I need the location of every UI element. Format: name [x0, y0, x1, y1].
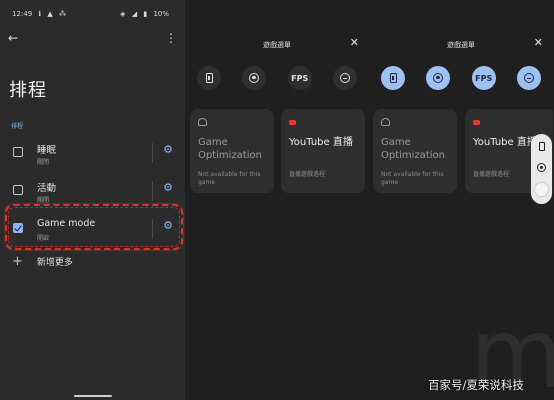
- app-bar: ← ⋮: [8, 30, 177, 46]
- fps-label: FPS: [291, 73, 309, 83]
- record-icon: [537, 163, 546, 173]
- youtube-icon: [473, 120, 480, 125]
- divider: [152, 181, 153, 201]
- gear-icon[interactable]: ⚙: [162, 144, 174, 156]
- record-icon: [433, 73, 444, 83]
- schedule-status: 關閉: [37, 197, 50, 204]
- fps-toggle[interactable]: FPS: [287, 66, 312, 90]
- record-toggle[interactable]: [426, 66, 451, 90]
- record-toggle[interactable]: [242, 66, 267, 90]
- watermark-text: 百家号/夏荣说科技: [428, 378, 524, 392]
- phone-icon: [205, 73, 213, 83]
- tile-subtitle: Not available for this game: [381, 171, 444, 186]
- do-not-disturb-shortcut[interactable]: [534, 139, 549, 154]
- floating-game-toolbar[interactable]: [531, 134, 552, 204]
- close-icon[interactable]: ✕: [350, 36, 359, 49]
- status-bar: 12:49 ℹ ▲ ⁂ ◈ ◢ ▮ 10%: [12, 8, 173, 20]
- do-not-disturb-toggle[interactable]: [197, 66, 221, 90]
- highlight-annotation: [5, 204, 183, 250]
- minus-circle-icon: [339, 73, 350, 83]
- divider: [152, 143, 153, 163]
- more-vert-icon[interactable]: ⋮: [165, 32, 177, 44]
- back-arrow-icon[interactable]: ←: [8, 31, 18, 45]
- game-dashboard-default: 遊戲選單 ✕ FPS Game Optimization Not availab…: [185, 0, 369, 400]
- add-more-label: 新增更多: [36, 258, 73, 268]
- tile-title: Game Optimization: [381, 137, 445, 161]
- wifi-icon: ◈: [120, 10, 126, 18]
- page-title: 排程: [9, 80, 47, 101]
- fps-label: FPS: [475, 73, 493, 83]
- game-optimization-tile[interactable]: Game Optimization Not available for this…: [373, 109, 457, 193]
- battery-level: 10%: [153, 10, 169, 18]
- tile-title: Game Optimization: [198, 137, 262, 161]
- youtube-live-tile[interactable]: YouTube 直播 直播遊戲過程: [281, 109, 365, 193]
- alert-icon: ▲: [47, 10, 53, 18]
- schedule-row-sleep[interactable]: 睡眠 關閉 ⚙: [0, 138, 185, 170]
- signal-icon: ◢: [131, 10, 138, 18]
- quick-settings-row: FPS: [197, 66, 357, 90]
- schedule-name: 睡眠: [37, 145, 57, 156]
- phone-icon: [389, 73, 397, 83]
- tile-subtitle: Not available for this game: [198, 171, 261, 186]
- status-time: 12:49: [12, 10, 33, 18]
- info-icon: ℹ: [38, 10, 42, 18]
- notification-icon: ⁂: [58, 10, 66, 18]
- plus-icon: +: [12, 254, 23, 269]
- gear-icon[interactable]: ⚙: [162, 182, 174, 194]
- mute-toggle[interactable]: [332, 66, 357, 90]
- schedule-name: 活動: [37, 183, 57, 194]
- tile-subtitle: 直播遊戲過程: [289, 171, 326, 178]
- expand-shortcut[interactable]: [534, 182, 549, 198]
- close-icon[interactable]: ✕: [534, 36, 543, 49]
- quick-settings-row: FPS: [381, 66, 541, 90]
- youtube-icon: [289, 120, 296, 125]
- tile-title: YouTube 直播: [289, 137, 353, 148]
- mute-toggle[interactable]: [516, 66, 541, 90]
- record-shortcut[interactable]: [534, 161, 549, 176]
- dashboard-title: 遊戲選單: [447, 41, 475, 49]
- do-not-disturb-toggle[interactable]: [381, 66, 405, 90]
- tile-subtitle: 直播遊戲過程: [473, 171, 510, 178]
- speedometer-icon: [198, 118, 207, 126]
- phone-icon: [538, 141, 545, 151]
- fps-toggle[interactable]: FPS: [471, 66, 496, 90]
- add-more-button[interactable]: + 新增更多: [12, 255, 73, 268]
- battery-icon: ▮: [143, 10, 148, 18]
- schedule-status: 關閉: [37, 159, 50, 166]
- checkbox[interactable]: [13, 185, 23, 195]
- dashboard-title: 遊戲選單: [263, 41, 291, 49]
- game-optimization-tile[interactable]: Game Optimization Not available for this…: [190, 109, 274, 193]
- minus-circle-icon: [523, 73, 534, 83]
- speedometer-icon: [381, 118, 390, 126]
- settings-screen: 12:49 ℹ ▲ ⁂ ◈ ◢ ▮ 10% ← ⋮ 排程 排程 睡眠 關閉 ⚙ …: [0, 0, 185, 400]
- record-icon: [249, 73, 260, 83]
- checkbox[interactable]: [13, 147, 23, 157]
- gesture-nav-bar[interactable]: [74, 395, 112, 397]
- section-label: 排程: [11, 123, 24, 130]
